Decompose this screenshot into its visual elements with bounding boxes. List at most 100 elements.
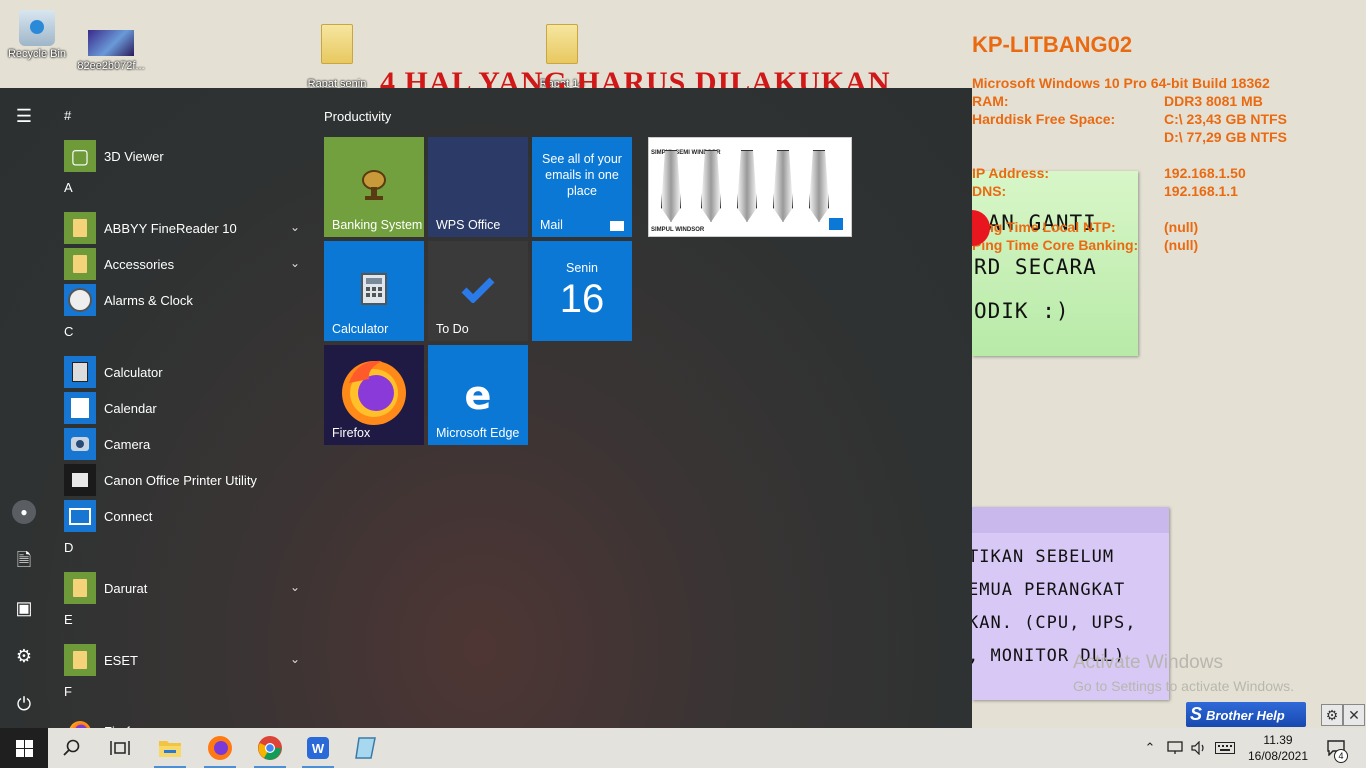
note-line: ODIK :) bbox=[974, 299, 1070, 323]
photos-app-icon bbox=[829, 218, 843, 230]
app-item-3d-viewer[interactable]: ▢ 3D Viewer bbox=[56, 138, 306, 174]
watermark-subtitle: Go to Settings to activate Windows. bbox=[1073, 678, 1294, 694]
watermark-title: Activate Windows bbox=[1073, 652, 1223, 673]
tile-calculator[interactable]: Calculator bbox=[324, 241, 424, 341]
app-list[interactable]: # ▢ 3D Viewer A ABBYY FineReader 10 ⌄ Ac… bbox=[56, 102, 306, 732]
volume-icon[interactable] bbox=[1188, 728, 1210, 768]
tile-microsoft-edge[interactable]: e Microsoft Edge bbox=[428, 345, 528, 445]
firefox-icon bbox=[324, 353, 424, 427]
ram-value: DDR3 8081 MB bbox=[1164, 93, 1263, 109]
tile-firefox[interactable]: Firefox bbox=[324, 345, 424, 445]
os-info: Microsoft Windows 10 Pro 64-bit Build 18… bbox=[972, 75, 1270, 91]
brother-help-button[interactable]: S Brother Help bbox=[1186, 702, 1306, 727]
start-menu: ☰ ● 🗎 ▣ ⚙ ⏻ # ▢ 3D Viewer A ABBYY FineRe… bbox=[0, 88, 972, 732]
user-avatar-icon[interactable]: ● bbox=[12, 500, 36, 524]
tile-group-title[interactable]: Productivity bbox=[324, 109, 391, 124]
image-file-icon bbox=[88, 30, 134, 56]
disk-d-value: D:\ 77,29 GB NTFS bbox=[1164, 129, 1287, 145]
chevron-up-icon[interactable]: ⌃ bbox=[1140, 728, 1160, 768]
app-item-calendar[interactable]: Calendar bbox=[56, 390, 306, 426]
wps-writer-icon[interactable]: W bbox=[294, 728, 342, 768]
ping-local-value: (null) bbox=[1164, 219, 1199, 235]
tile-photos[interactable]: SIMPUL SEMI WINDSOR SIMPUL WINDSOR bbox=[648, 137, 852, 237]
document-icon bbox=[321, 24, 353, 64]
settings-gear-icon[interactable]: ⚙ bbox=[12, 644, 36, 668]
keyboard-icon[interactable] bbox=[1212, 728, 1238, 768]
app-item-calculator[interactable]: Calculator bbox=[56, 354, 306, 390]
calendar-icon bbox=[64, 392, 96, 424]
document-icon bbox=[546, 24, 578, 64]
tile-calendar[interactable]: Senin 16 bbox=[532, 241, 632, 341]
app-item-darurat[interactable]: Darurat ⌄ bbox=[56, 570, 306, 606]
chevron-down-icon[interactable]: ⌄ bbox=[290, 220, 300, 234]
calculator-icon bbox=[64, 356, 96, 388]
notification-count-badge: 4 bbox=[1334, 749, 1348, 763]
recycle-bin-icon bbox=[19, 10, 55, 46]
ip-value: 192.168.1.50 bbox=[1164, 165, 1246, 181]
satellite-dish-icon bbox=[324, 167, 424, 201]
taskbar: W ⌃ 11.39 16/08/2021 bbox=[0, 728, 1366, 768]
gear-icon[interactable]: ⚙ bbox=[1321, 704, 1343, 726]
ping-core-label: Ping Time Core Banking: bbox=[972, 237, 1139, 253]
task-view-icon[interactable] bbox=[96, 728, 144, 768]
note-line: EMUA PERANGKAT bbox=[972, 580, 1126, 600]
folder-icon bbox=[64, 248, 96, 280]
start-button[interactable] bbox=[0, 728, 48, 768]
disk-c-value: C:\ 23,43 GB NTFS bbox=[1164, 111, 1287, 127]
app-item-camera[interactable]: Camera bbox=[56, 426, 306, 462]
clock-date: 16/08/2021 bbox=[1247, 749, 1309, 763]
start-rail: ☰ ● 🗎 ▣ ⚙ ⏻ bbox=[0, 88, 48, 728]
app-item-canon-printer-utility[interactable]: Canon Office Printer Utility bbox=[56, 462, 306, 498]
cube-icon: ▢ bbox=[64, 140, 96, 172]
tile-banking-system[interactable]: Banking System bbox=[324, 137, 424, 237]
tile-to-do[interactable]: To Do bbox=[428, 241, 528, 341]
app-group-header[interactable]: D bbox=[56, 534, 306, 570]
tie-image bbox=[809, 150, 829, 222]
folder-icon bbox=[64, 644, 96, 676]
ping-local-label: Ping Time Local NTP: bbox=[972, 219, 1116, 235]
power-icon[interactable]: ⏻ bbox=[12, 692, 36, 716]
app-item-abbyy-finereader[interactable]: ABBYY FineReader 10 ⌄ bbox=[56, 210, 306, 246]
app-group-header[interactable]: E bbox=[56, 606, 306, 642]
app-item-alarms-clock[interactable]: Alarms & Clock bbox=[56, 282, 306, 318]
network-icon[interactable] bbox=[1164, 728, 1186, 768]
app-group-header[interactable]: A bbox=[56, 174, 306, 210]
search-icon[interactable] bbox=[48, 728, 96, 768]
chevron-down-icon[interactable]: ⌄ bbox=[290, 652, 300, 666]
tile-mail[interactable]: See all of your emails in one place Mail bbox=[532, 137, 632, 237]
camera-icon bbox=[64, 428, 96, 460]
file-explorer-icon[interactable] bbox=[146, 728, 194, 768]
pictures-icon[interactable]: ▣ bbox=[12, 596, 36, 620]
notification-center-icon[interactable] bbox=[1322, 728, 1350, 768]
ping-core-value: (null) bbox=[1164, 237, 1199, 253]
tile-wps-office[interactable]: WPS Office bbox=[428, 137, 528, 237]
desktop-icon-image[interactable]: 82ee2b072f... bbox=[71, 24, 151, 72]
hamburger-menu-icon[interactable]: ☰ bbox=[12, 104, 36, 128]
system-info-overlay: KP-LITBANG02 Microsoft Windows 10 Pro 64… bbox=[972, 32, 1287, 254]
app-item-connect[interactable]: Connect bbox=[56, 498, 306, 534]
taskbar-clock[interactable]: 11.39 16/08/2021 bbox=[1238, 732, 1318, 764]
windows-logo-icon bbox=[15, 739, 33, 757]
desktop-icon-recycle-bin[interactable]: Recycle Bin bbox=[0, 10, 77, 60]
app-group-header[interactable]: F bbox=[56, 678, 306, 714]
chrome-icon[interactable] bbox=[246, 728, 294, 768]
folder-icon bbox=[64, 572, 96, 604]
app-item-eset[interactable]: ESET ⌄ bbox=[56, 642, 306, 678]
app-group-header[interactable]: C bbox=[56, 318, 306, 354]
calendar-day: Senin bbox=[566, 261, 598, 275]
note-titlebar[interactable] bbox=[972, 507, 1169, 533]
clock-time: 11.39 bbox=[1263, 733, 1293, 747]
chevron-down-icon[interactable]: ⌄ bbox=[290, 256, 300, 270]
app-item-accessories[interactable]: Accessories ⌄ bbox=[56, 246, 306, 282]
firefox-taskbar-icon[interactable] bbox=[196, 728, 244, 768]
hostname: KP-LITBANG02 bbox=[972, 32, 1133, 57]
connect-icon bbox=[64, 500, 96, 532]
clock-icon bbox=[64, 284, 96, 316]
notepad-app-icon[interactable] bbox=[342, 728, 390, 768]
close-icon[interactable]: ✕ bbox=[1343, 704, 1365, 726]
documents-icon[interactable]: 🗎 bbox=[12, 548, 36, 572]
edge-icon: e bbox=[464, 373, 492, 419]
app-group-header[interactable]: # bbox=[56, 102, 306, 138]
brother-logo-icon: S bbox=[1189, 704, 1202, 724]
chevron-down-icon[interactable]: ⌄ bbox=[290, 580, 300, 594]
